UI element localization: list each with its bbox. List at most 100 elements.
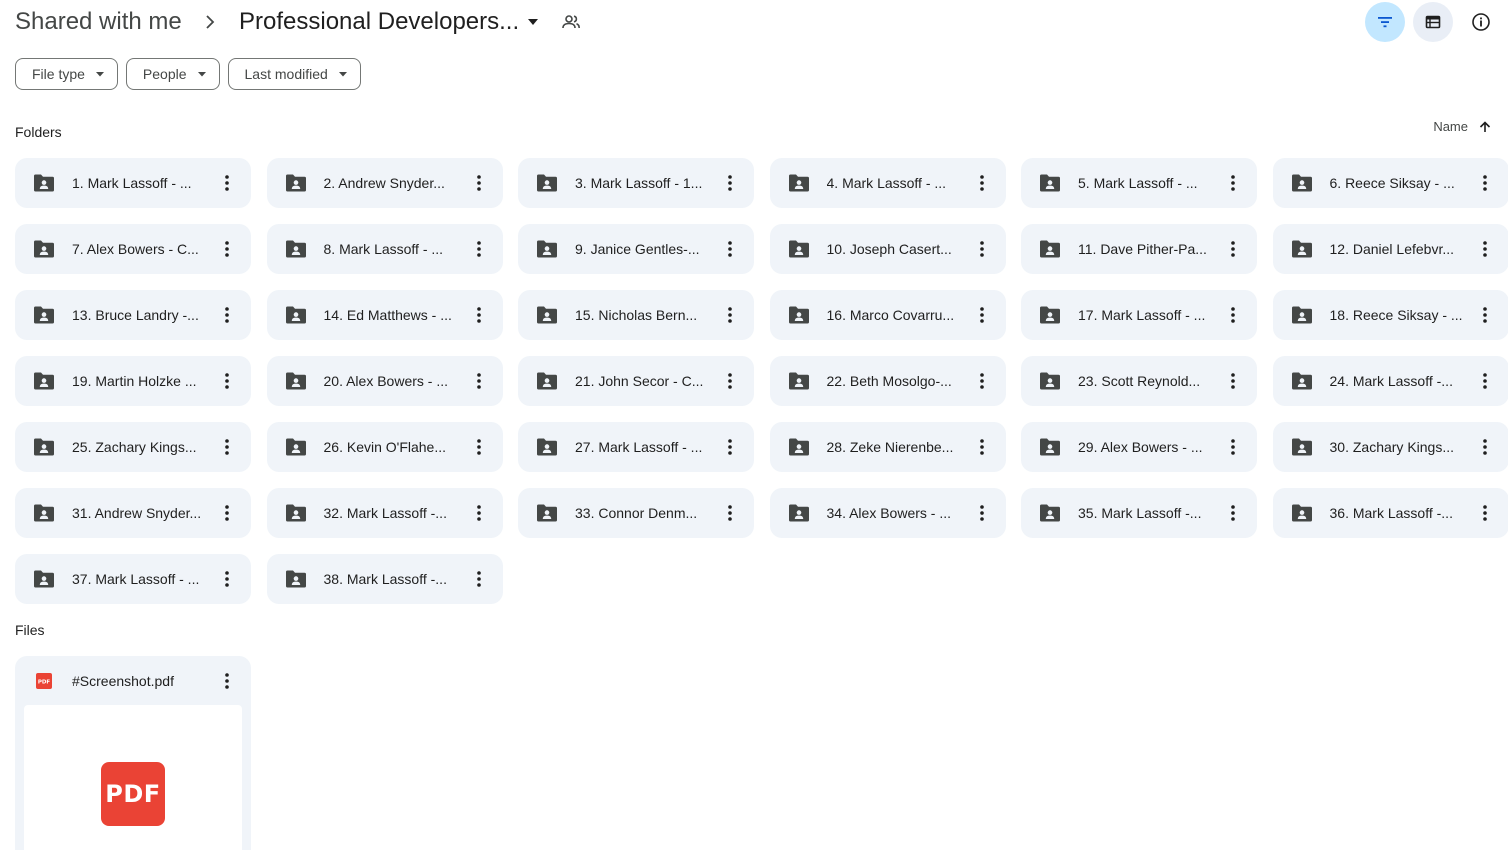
folder-name: 11. Dave Pither-Pa... (1078, 241, 1207, 257)
folder-item[interactable]: 3. Mark Lassoff - 1... (518, 158, 754, 208)
more-vert-icon (476, 307, 481, 323)
arrow-up-icon[interactable] (1478, 120, 1492, 134)
more-vert-icon (476, 505, 481, 521)
more-actions-button[interactable] (1473, 369, 1497, 393)
folder-item[interactable]: 12. Daniel Lefebvr... (1272, 224, 1508, 274)
more-actions-button[interactable] (1221, 501, 1245, 525)
sort-by-name-button[interactable]: Name (1433, 119, 1492, 134)
folder-item[interactable]: 27. Mark Lassoff - ... (518, 422, 754, 472)
more-actions-button[interactable] (215, 567, 239, 591)
more-actions-button[interactable] (215, 171, 239, 195)
list-view-button[interactable] (1413, 2, 1453, 42)
more-actions-button[interactable] (215, 435, 239, 459)
folder-item[interactable]: 8. Mark Lassoff - ... (266, 224, 503, 274)
more-actions-button[interactable] (215, 237, 239, 261)
more-actions-button[interactable] (215, 669, 239, 693)
folder-item[interactable]: 5. Mark Lassoff - ... (1021, 158, 1257, 208)
more-actions-button[interactable] (1473, 237, 1497, 261)
folder-item[interactable]: 11. Dave Pither-Pa... (1021, 224, 1257, 274)
more-vert-icon (979, 439, 984, 455)
folder-item[interactable]: 15. Nicholas Bern... (518, 290, 754, 340)
folder-item[interactable]: 4. Mark Lassoff - ... (769, 158, 1006, 208)
folder-item[interactable]: 31. Andrew Snyder... (15, 488, 251, 538)
more-actions-button[interactable] (970, 369, 994, 393)
more-actions-button[interactable] (1473, 501, 1497, 525)
more-actions-button[interactable] (1221, 237, 1245, 261)
last-modified-filter-chip[interactable]: Last modified (227, 58, 361, 90)
more-actions-button[interactable] (718, 501, 742, 525)
more-actions-button[interactable] (718, 435, 742, 459)
folder-item[interactable]: 19. Martin Holzke ... (15, 356, 251, 406)
folder-item[interactable]: 16. Marco Covarru... (769, 290, 1006, 340)
shared-folder-icon (1040, 438, 1060, 456)
folder-item[interactable]: 38. Mark Lassoff -... (266, 554, 503, 604)
more-actions-button[interactable] (718, 171, 742, 195)
folder-item[interactable]: 28. Zeke Nierenbe... (769, 422, 1006, 472)
folder-item[interactable]: 9. Janice Gentles-... (518, 224, 754, 274)
folder-item[interactable]: 25. Zachary Kings... (15, 422, 251, 472)
folder-item[interactable]: 14. Ed Matthews - ... (266, 290, 503, 340)
filter-toggle-button[interactable] (1365, 2, 1405, 42)
folder-item[interactable]: 34. Alex Bowers - ... (769, 488, 1006, 538)
more-actions-button[interactable] (970, 237, 994, 261)
more-actions-button[interactable] (718, 303, 742, 327)
folder-item[interactable]: 33. Connor Denm... (518, 488, 754, 538)
more-actions-button[interactable] (215, 369, 239, 393)
folder-item[interactable]: 18. Reece Siksay - ... (1272, 290, 1508, 340)
more-actions-button[interactable] (215, 501, 239, 525)
more-actions-button[interactable] (1473, 171, 1497, 195)
more-actions-button[interactable] (467, 237, 491, 261)
folder-item[interactable]: 13. Bruce Landry -... (15, 290, 251, 340)
more-actions-button[interactable] (215, 303, 239, 327)
folder-item[interactable]: 6. Reece Siksay - ... (1272, 158, 1508, 208)
file-type-filter-chip[interactable]: File type (15, 58, 118, 90)
more-actions-button[interactable] (467, 171, 491, 195)
folder-item[interactable]: 23. Scott Reynold... (1021, 356, 1257, 406)
more-actions-button[interactable] (467, 369, 491, 393)
breadcrumb-current-folder[interactable]: Professional Developers... (239, 8, 519, 36)
more-actions-button[interactable] (1473, 435, 1497, 459)
folder-item[interactable]: 36. Mark Lassoff -... (1272, 488, 1508, 538)
more-actions-button[interactable] (467, 567, 491, 591)
folder-item[interactable]: 7. Alex Bowers - C... (15, 224, 251, 274)
caret-down-icon[interactable] (526, 15, 540, 29)
folder-name: 18. Reece Siksay - ... (1329, 307, 1463, 323)
folder-item[interactable]: 17. Mark Lassoff - ... (1021, 290, 1257, 340)
more-actions-button[interactable] (970, 171, 994, 195)
more-actions-button[interactable] (1221, 171, 1245, 195)
more-vert-icon (476, 571, 481, 587)
more-actions-button[interactable] (467, 435, 491, 459)
more-actions-button[interactable] (970, 303, 994, 327)
folder-item[interactable]: 20. Alex Bowers - ... (266, 356, 503, 406)
more-actions-button[interactable] (970, 435, 994, 459)
more-actions-button[interactable] (1221, 303, 1245, 327)
folder-item[interactable]: 26. Kevin O'Flahe... (266, 422, 503, 472)
folder-item[interactable]: 1. Mark Lassoff - ... (15, 158, 251, 208)
folder-item[interactable]: 10. Joseph Casert... (769, 224, 1006, 274)
more-vert-icon (225, 571, 229, 587)
more-actions-button[interactable] (1221, 435, 1245, 459)
more-actions-button[interactable] (467, 501, 491, 525)
folder-name: 14. Ed Matthews - ... (323, 307, 452, 323)
more-actions-button[interactable] (1221, 369, 1245, 393)
breadcrumb-shared-with-me[interactable]: Shared with me (15, 8, 182, 36)
folder-item[interactable]: 2. Andrew Snyder... (266, 158, 503, 208)
details-button[interactable] (1461, 2, 1501, 42)
more-actions-button[interactable] (1473, 303, 1497, 327)
folder-item[interactable]: 29. Alex Bowers - ... (1021, 422, 1257, 472)
folder-item[interactable]: 32. Mark Lassoff -... (266, 488, 503, 538)
folder-item[interactable]: 24. Mark Lassoff -... (1272, 356, 1508, 406)
folder-item[interactable]: 35. Mark Lassoff -... (1021, 488, 1257, 538)
file-preview[interactable]: PDF (24, 705, 242, 850)
more-actions-button[interactable] (467, 303, 491, 327)
folder-item[interactable]: 30. Zachary Kings... (1272, 422, 1508, 472)
folder-item[interactable]: 22. Beth Mosolgo-... (769, 356, 1006, 406)
more-actions-button[interactable] (970, 501, 994, 525)
file-card[interactable]: PDF #Screenshot.pdf PDF (15, 656, 251, 850)
more-actions-button[interactable] (718, 369, 742, 393)
more-actions-button[interactable] (718, 237, 742, 261)
folder-item[interactable]: 37. Mark Lassoff - ... (15, 554, 251, 604)
folder-item[interactable]: 21. John Secor - C... (518, 356, 754, 406)
shared-folder-icon (788, 504, 809, 522)
people-filter-chip[interactable]: People (125, 58, 220, 90)
